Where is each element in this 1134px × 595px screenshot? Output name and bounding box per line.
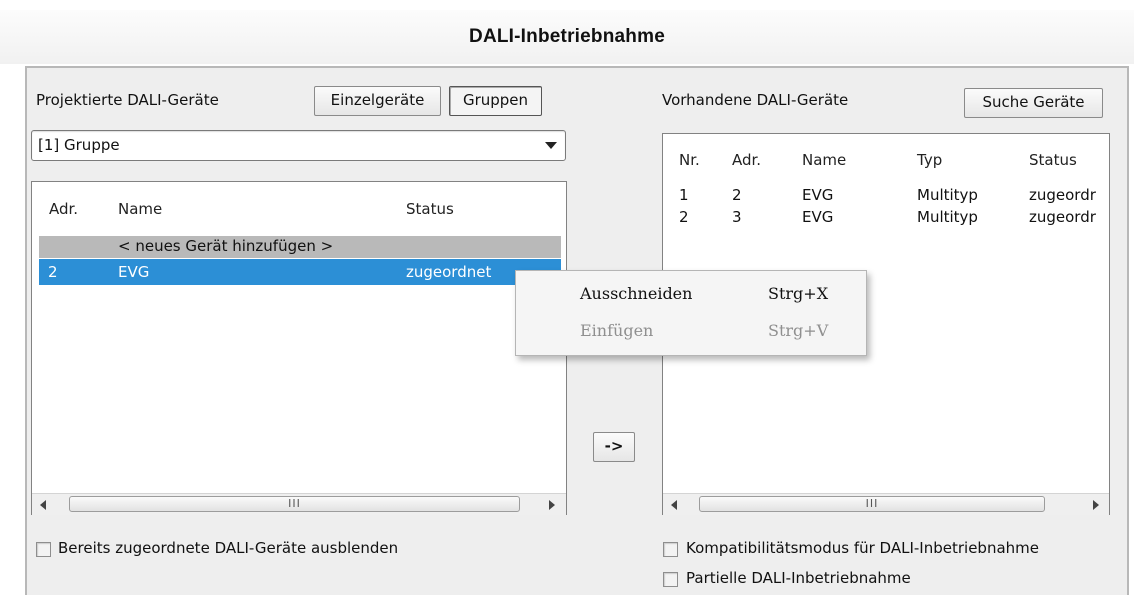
single-devices-button[interactable]: Einzelgeräte [314,86,441,116]
row-status: zugeordnet [406,263,492,281]
row-addr: 2 [732,186,742,204]
partial-commissioning-checkbox[interactable] [663,572,678,587]
compat-mode-checkbox[interactable] [663,542,678,557]
row-nr: 1 [679,186,689,204]
partial-commissioning-label: Partielle DALI-Inbetriebnahme [686,569,911,587]
row-name: EVG [118,263,150,281]
row-status: zugeordr [1029,208,1096,226]
col-header-name[interactable]: Name [118,200,162,218]
row-type: Multityp [917,186,978,204]
row-type: Multityp [917,208,978,226]
row-name: EVG [802,186,834,204]
row-nr: 2 [679,208,689,226]
hide-assigned-checkbox[interactable] [36,542,51,557]
menu-item-paste-shortcut: Strg+V [768,321,829,340]
groups-button[interactable]: Gruppen [449,86,542,116]
row-addr: 3 [732,208,742,226]
table-row[interactable]: 2 3 EVG Multityp zugeordr [663,206,1109,228]
scroll-thumb[interactable]: III [699,496,1045,512]
table-row[interactable]: 1 2 EVG Multityp zugeordr [663,184,1109,206]
window-title: DALI-Inbetriebnahme [469,26,665,47]
col-header-status[interactable]: Status [1029,151,1077,169]
right-horizontal-scrollbar[interactable]: III [663,493,1109,515]
scroll-right-icon[interactable] [1093,500,1099,510]
scroll-left-icon[interactable] [40,500,46,510]
group-select-value: [1] Gruppe [38,136,120,154]
menu-item-paste[interactable]: Einfügen Strg+V [516,317,866,345]
hide-assigned-label: Bereits zugeordnete DALI-Geräte ausblend… [58,539,399,557]
compat-mode-label: Kompatibilitätsmodus für DALI-Inbetriebn… [686,539,1039,557]
search-devices-button[interactable]: Suche Geräte [964,88,1103,118]
group-select[interactable]: [1] Gruppe [31,130,566,161]
row-status: zugeordr [1029,186,1096,204]
row-name: EVG [802,208,834,226]
chevron-down-icon[interactable] [545,142,557,149]
scroll-right-icon[interactable] [549,500,555,510]
menu-item-cut-label: Ausschneiden [580,284,693,303]
transfer-button[interactable]: -> [593,432,635,462]
scroll-left-icon[interactable] [671,500,677,510]
col-header-status[interactable]: Status [406,200,454,218]
col-header-type[interactable]: Typ [917,151,942,169]
menu-item-paste-label: Einfügen [580,321,654,340]
context-menu: Ausschneiden Strg+X Einfügen Strg+V [515,270,867,356]
col-header-nr[interactable]: Nr. [679,151,700,169]
menu-item-cut-shortcut: Strg+X [768,284,829,303]
projected-devices-heading: Projektierte DALI-Geräte [36,91,219,109]
col-header-name[interactable]: Name [802,151,846,169]
available-devices-heading: Vorhandene DALI-Geräte [662,91,849,109]
add-device-label: < neues Gerät hinzufügen > [118,237,334,255]
add-device-row[interactable]: < neues Gerät hinzufügen > [39,236,561,258]
col-header-addr[interactable]: Adr. [49,200,78,218]
scroll-thumb[interactable]: III [69,496,520,512]
projected-devices-table[interactable]: Adr. Name Status < neues Gerät hinzufüge… [31,181,567,515]
menu-item-cut[interactable]: Ausschneiden Strg+X [516,280,866,308]
col-header-addr[interactable]: Adr. [732,151,761,169]
row-addr: 2 [48,263,58,281]
table-row[interactable]: 2 EVG zugeordnet [39,259,561,285]
left-horizontal-scrollbar[interactable]: III [32,493,566,515]
